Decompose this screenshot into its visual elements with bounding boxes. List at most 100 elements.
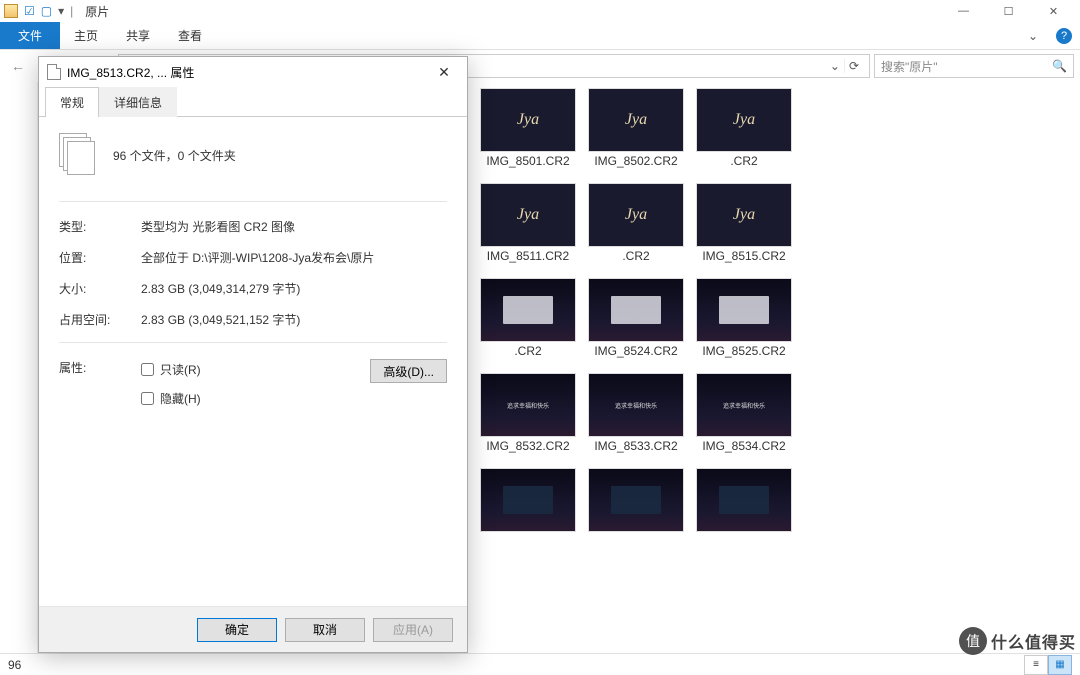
- file-item[interactable]: Jya .CR2: [692, 88, 796, 182]
- window-title: 原片: [85, 3, 109, 20]
- ribbon-expand-icon[interactable]: ⌄: [1018, 22, 1048, 49]
- refresh-icon[interactable]: ⟳: [844, 59, 863, 73]
- file-item[interactable]: 追求幸福和快乐 IMG_8534.CR2: [692, 373, 796, 467]
- file-item[interactable]: [692, 468, 796, 562]
- close-button[interactable]: ✕: [1031, 0, 1076, 22]
- location-label: 位置:: [59, 249, 141, 266]
- disk-value: 2.83 GB (3,049,521,152 字节): [141, 311, 447, 328]
- file-name: IMG_8532.CR2: [486, 439, 569, 453]
- multi-file-icon: [59, 133, 97, 177]
- hidden-checkbox[interactable]: 隐藏(H): [141, 390, 370, 407]
- maximize-button[interactable]: ☐: [986, 0, 1031, 22]
- document-icon: [47, 64, 61, 80]
- thumbnail: 追求幸福和快乐: [696, 373, 792, 437]
- search-icon[interactable]: 🔍: [1052, 59, 1067, 73]
- dialog-close-button[interactable]: ✕: [429, 64, 459, 81]
- divider: [59, 342, 447, 343]
- qat-folder-icon[interactable]: ▢: [41, 4, 52, 18]
- thumbnail: Jya: [588, 88, 684, 152]
- file-item[interactable]: Jya IMG_8501.CR2: [476, 88, 580, 182]
- folder-icon: [4, 4, 18, 18]
- watermark-icon: 值: [959, 627, 987, 655]
- location-value: 全部位于 D:\评测-WIP\1208-Jya发布会\原片: [141, 249, 447, 266]
- attr-label: 属性:: [59, 359, 141, 376]
- file-item[interactable]: IMG_8524.CR2: [584, 278, 688, 372]
- watermark-text: 什么值得买: [991, 629, 1076, 653]
- file-name: IMG_8525.CR2: [702, 344, 785, 358]
- watermark: 值 什么值得买: [959, 627, 1076, 655]
- file-item[interactable]: Jya .CR2: [584, 183, 688, 277]
- thumbnail: [480, 468, 576, 532]
- home-tab[interactable]: 主页: [60, 22, 112, 49]
- file-tab[interactable]: 文件: [0, 22, 60, 49]
- file-item[interactable]: JyaIMG_8515.CR2: [692, 183, 796, 277]
- file-item[interactable]: .CR2: [476, 278, 580, 372]
- ribbon: 文件 主页 共享 查看 ⌄ ?: [0, 22, 1080, 50]
- file-name: IMG_8524.CR2: [594, 344, 677, 358]
- file-item[interactable]: Jya IMG_8502.CR2: [584, 88, 688, 182]
- details-view-button[interactable]: ≡: [1024, 655, 1048, 675]
- qat-dropdown-icon[interactable]: ▾: [58, 4, 64, 18]
- thumbnail: 追求幸福和快乐: [588, 373, 684, 437]
- disk-label: 占用空间:: [59, 311, 141, 328]
- dialog-tabs: 常规 详细信息: [39, 87, 467, 117]
- file-item[interactable]: Jya IMG_8511.CR2: [476, 183, 580, 277]
- summary-text: 96 个文件，0 个文件夹: [113, 147, 236, 164]
- titlebar: ☑ ▢ ▾ | 原片 — ☐ ✕: [0, 0, 1080, 22]
- thumbnail: Jya: [588, 183, 684, 247]
- divider: [59, 201, 447, 202]
- apply-button[interactable]: 应用(A): [373, 618, 453, 642]
- file-item[interactable]: 追求幸福和快乐 IMG_8533.CR2: [584, 373, 688, 467]
- thumbnail: [588, 468, 684, 532]
- advanced-button[interactable]: 高级(D)...: [370, 359, 447, 383]
- thumbnail: Jya: [696, 88, 792, 152]
- back-button[interactable]: ←: [6, 54, 30, 78]
- tab-general[interactable]: 常规: [45, 87, 99, 117]
- size-value: 2.83 GB (3,049,314,279 字节): [141, 280, 447, 297]
- readonly-checkbox[interactable]: 只读(R): [141, 361, 370, 378]
- dialog-title: IMG_8513.CR2, ... 属性: [67, 64, 429, 81]
- file-item[interactable]: [476, 468, 580, 562]
- item-count: 96: [8, 658, 21, 672]
- file-name: IMG_8502.CR2: [594, 154, 677, 168]
- divider: |: [70, 4, 73, 18]
- thumbnail: [696, 278, 792, 342]
- help-icon[interactable]: ?: [1056, 28, 1072, 44]
- ok-button[interactable]: 确定: [197, 618, 277, 642]
- search-input[interactable]: 搜索"原片" 🔍: [874, 54, 1074, 78]
- file-name: IMG_8511.CR2: [487, 249, 569, 263]
- thumbnail: [480, 278, 576, 342]
- file-name: .CR2: [730, 154, 757, 168]
- cancel-button[interactable]: 取消: [285, 618, 365, 642]
- tab-details[interactable]: 详细信息: [99, 87, 177, 117]
- properties-dialog: IMG_8513.CR2, ... 属性 ✕ 常规 详细信息 96 个文件，0 …: [38, 56, 468, 653]
- thumbnail: [696, 468, 792, 532]
- statusbar: 96 ≡ ▦: [0, 653, 1080, 675]
- file-item[interactable]: [584, 468, 688, 562]
- file-name: .CR2: [514, 344, 541, 358]
- qat-properties-icon[interactable]: ☑: [24, 4, 35, 18]
- thumbnails-view-button[interactable]: ▦: [1048, 655, 1072, 675]
- type-label: 类型:: [59, 218, 141, 235]
- thumbnail: [588, 278, 684, 342]
- file-name: .CR2: [622, 249, 649, 263]
- file-name: IMG_8533.CR2: [594, 439, 677, 453]
- file-item[interactable]: 追求幸福和快乐 IMG_8532.CR2: [476, 373, 580, 467]
- dialog-titlebar[interactable]: IMG_8513.CR2, ... 属性 ✕: [39, 57, 467, 87]
- dialog-body: 96 个文件，0 个文件夹 类型: 类型均为 光影看图 CR2 图像 位置: 全…: [39, 117, 467, 606]
- file-item[interactable]: IMG_8525.CR2: [692, 278, 796, 372]
- minimize-button[interactable]: —: [941, 0, 986, 22]
- file-name: IMG_8534.CR2: [702, 439, 785, 453]
- breadcrumb-dropdown-icon[interactable]: ⌄: [826, 59, 844, 73]
- file-name: IMG_8515.CR2: [702, 249, 785, 263]
- dialog-buttons: 确定 取消 应用(A): [39, 606, 467, 652]
- search-placeholder: 搜索"原片": [881, 58, 1052, 75]
- thumbnail: Jya: [480, 88, 576, 152]
- share-tab[interactable]: 共享: [112, 22, 164, 49]
- size-label: 大小:: [59, 280, 141, 297]
- sidebar[interactable]: [0, 82, 38, 653]
- view-tab[interactable]: 查看: [164, 22, 216, 49]
- thumbnail: 追求幸福和快乐: [480, 373, 576, 437]
- thumbnail: Jya: [480, 183, 576, 247]
- file-name: IMG_8501.CR2: [486, 154, 569, 168]
